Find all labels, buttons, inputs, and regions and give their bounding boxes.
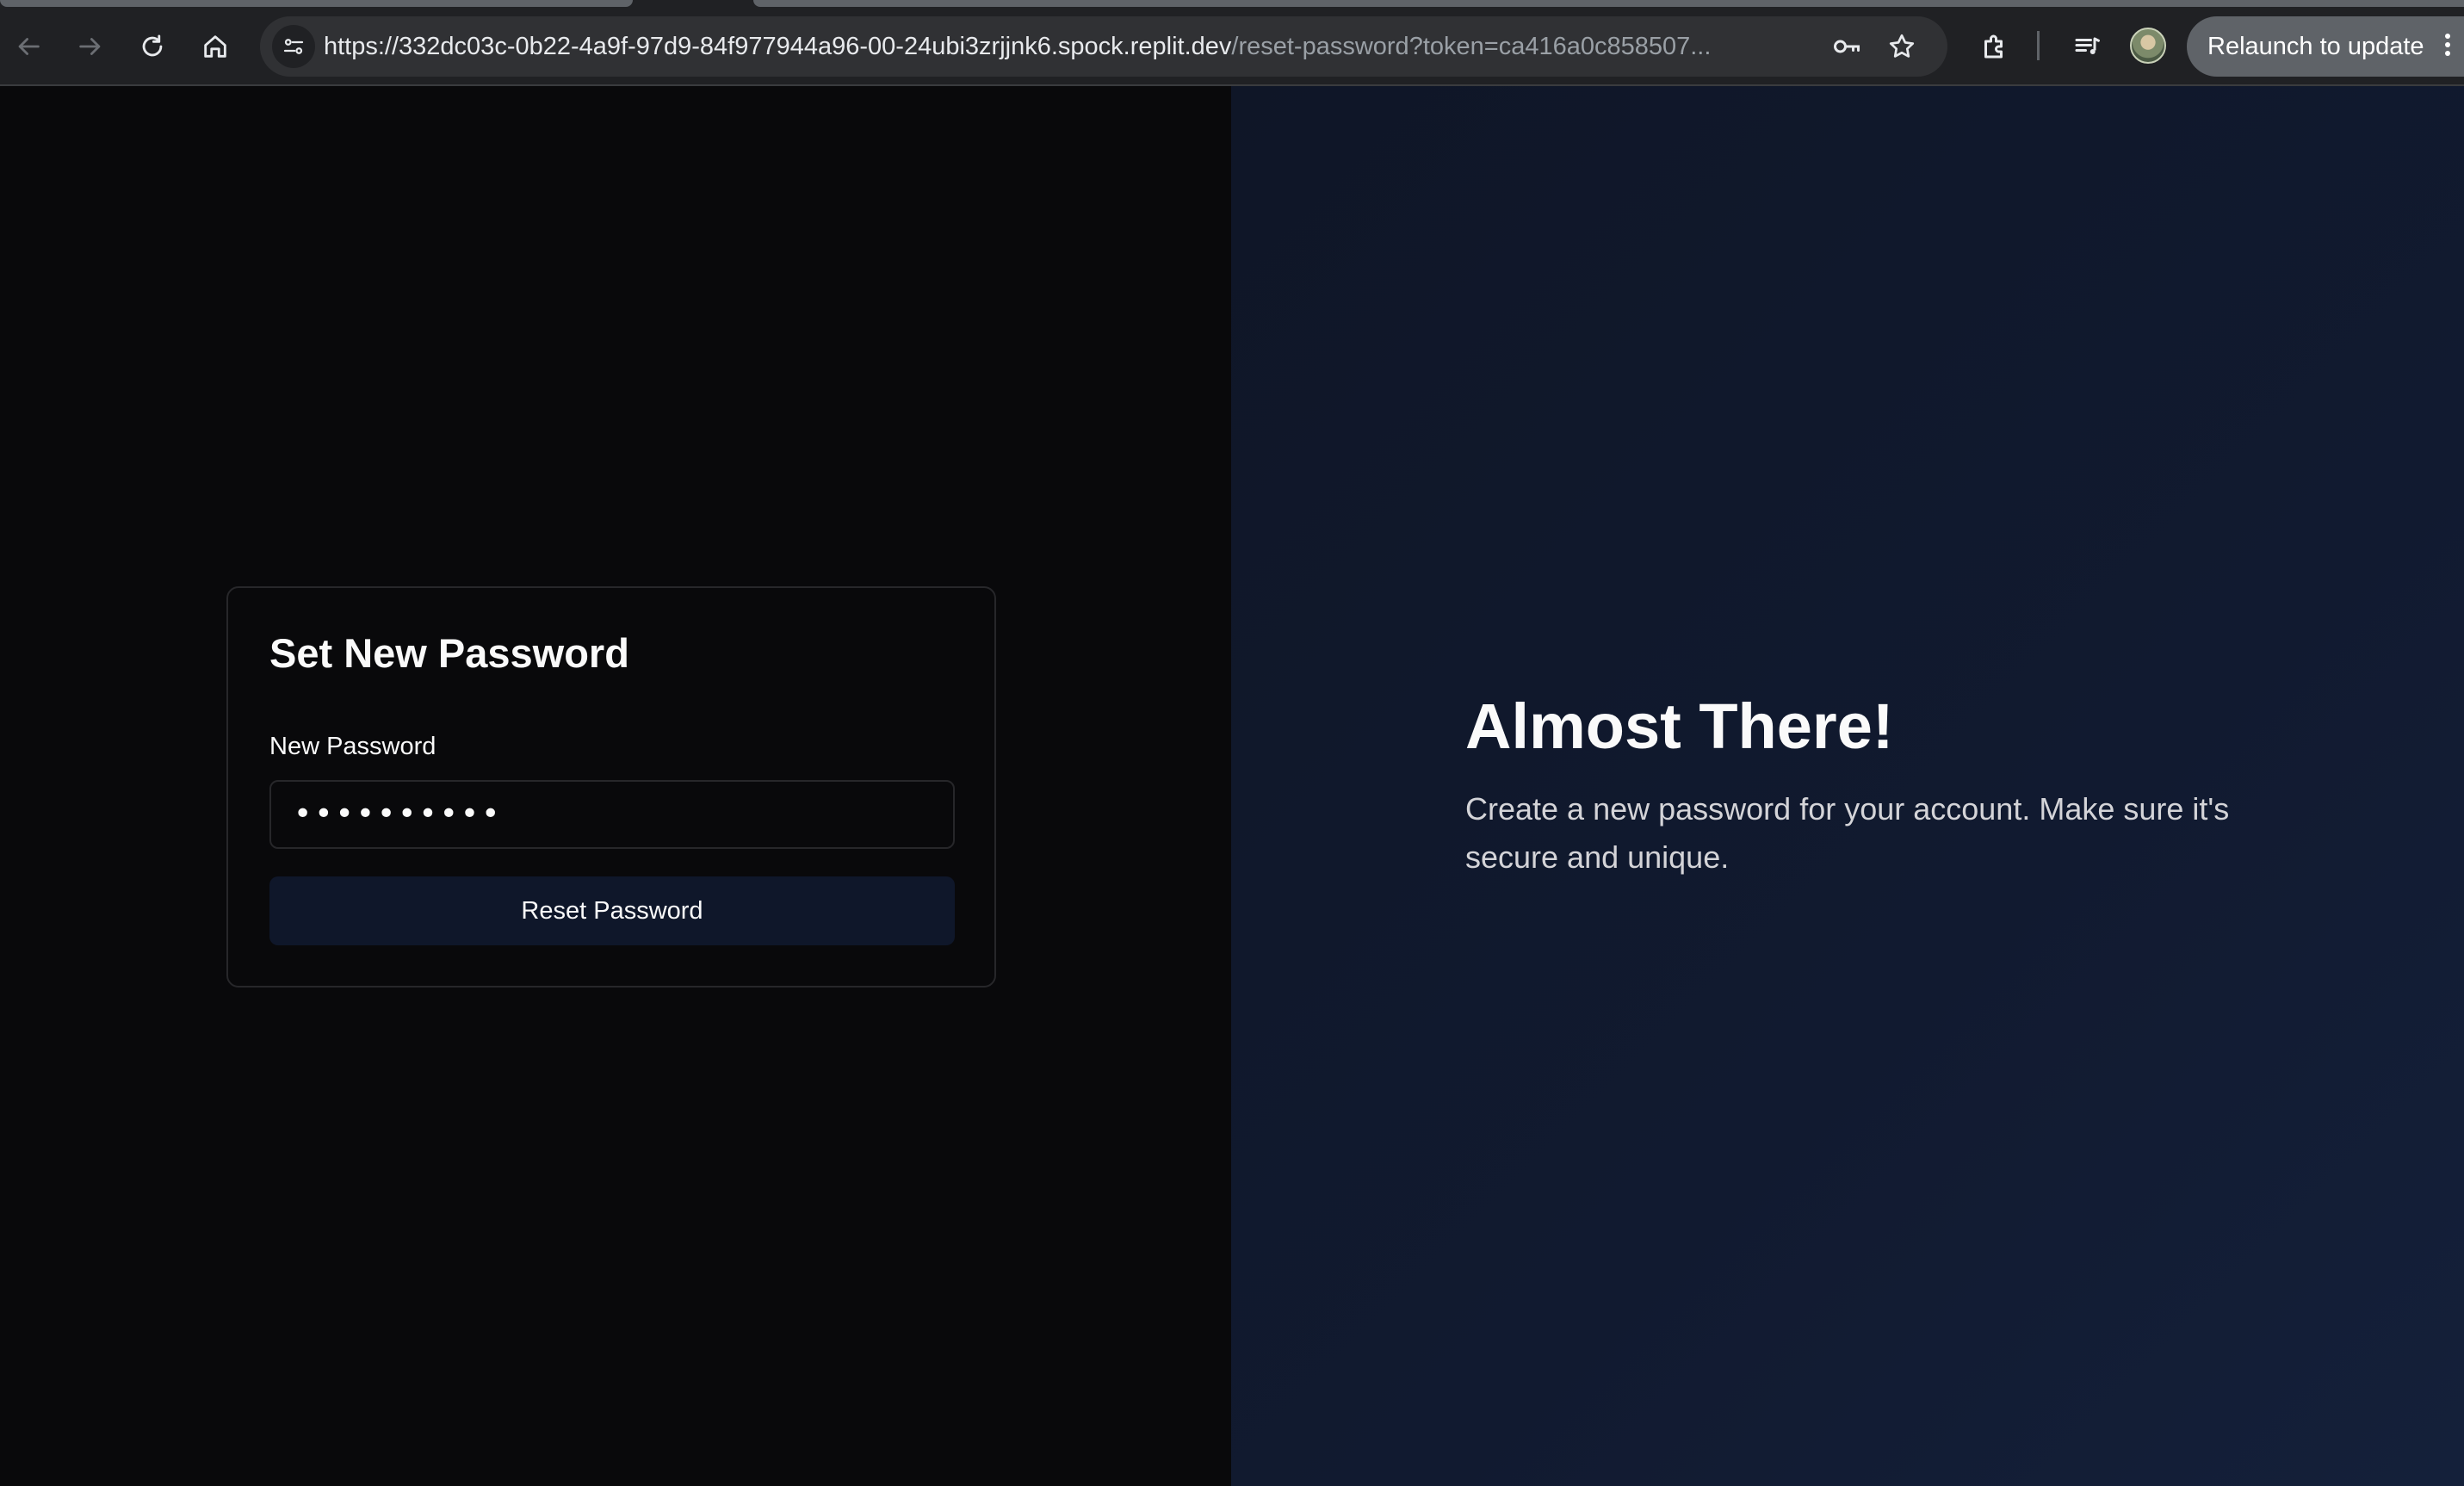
hero-title: Almost There! [1465,690,1894,762]
bookmark-star-icon[interactable] [1884,28,1920,65]
new-password-input[interactable]: •••••••••• [269,780,955,849]
toolbar-divider [2037,31,2040,60]
hero-description: Create a new password for your account. … [1465,791,2230,875]
tab-inactive[interactable] [0,0,633,7]
more-menu-icon[interactable] [2443,31,2452,62]
profile-avatar[interactable] [2130,28,2166,64]
media-controls-icon[interactable] [2069,28,2105,65]
tab-strip [0,0,2464,7]
info-pane: Almost There! Create a new password for … [1231,86,2464,1486]
url-path: /reset-password?token=ca416a0c858507... [1231,33,1712,60]
forward-arrow-icon[interactable] [70,26,111,67]
tab-inactive[interactable] [753,0,2464,7]
browser-toolbar: https://332dc03c-0b22-4a9f-97d9-84f97794… [0,0,2464,86]
address-bar[interactable]: https://332dc03c-0b22-4a9f-97d9-84f97794… [260,16,1947,77]
url-text[interactable]: https://332dc03c-0b22-4a9f-97d9-84f97794… [324,31,1805,62]
form-pane: Set New Password New Password ••••••••••… [0,86,1231,1486]
password-key-icon[interactable] [1829,28,1865,65]
reload-icon[interactable] [132,26,173,67]
card-title: Set New Password [269,630,629,676]
back-arrow-icon[interactable] [8,26,49,67]
reset-password-card: Set New Password New Password ••••••••••… [226,586,996,988]
home-icon[interactable] [195,26,236,67]
relaunch-label: Relaunch to update [2207,33,2424,60]
url-host: https://332dc03c-0b22-4a9f-97d9-84f97794… [324,33,1232,60]
extensions-icon[interactable] [1977,28,2013,65]
site-info-icon[interactable] [272,25,315,68]
relaunch-button[interactable]: Relaunch to update [2187,16,2464,77]
new-password-label: New Password [269,733,436,760]
reset-password-button[interactable]: Reset Password [269,876,955,945]
